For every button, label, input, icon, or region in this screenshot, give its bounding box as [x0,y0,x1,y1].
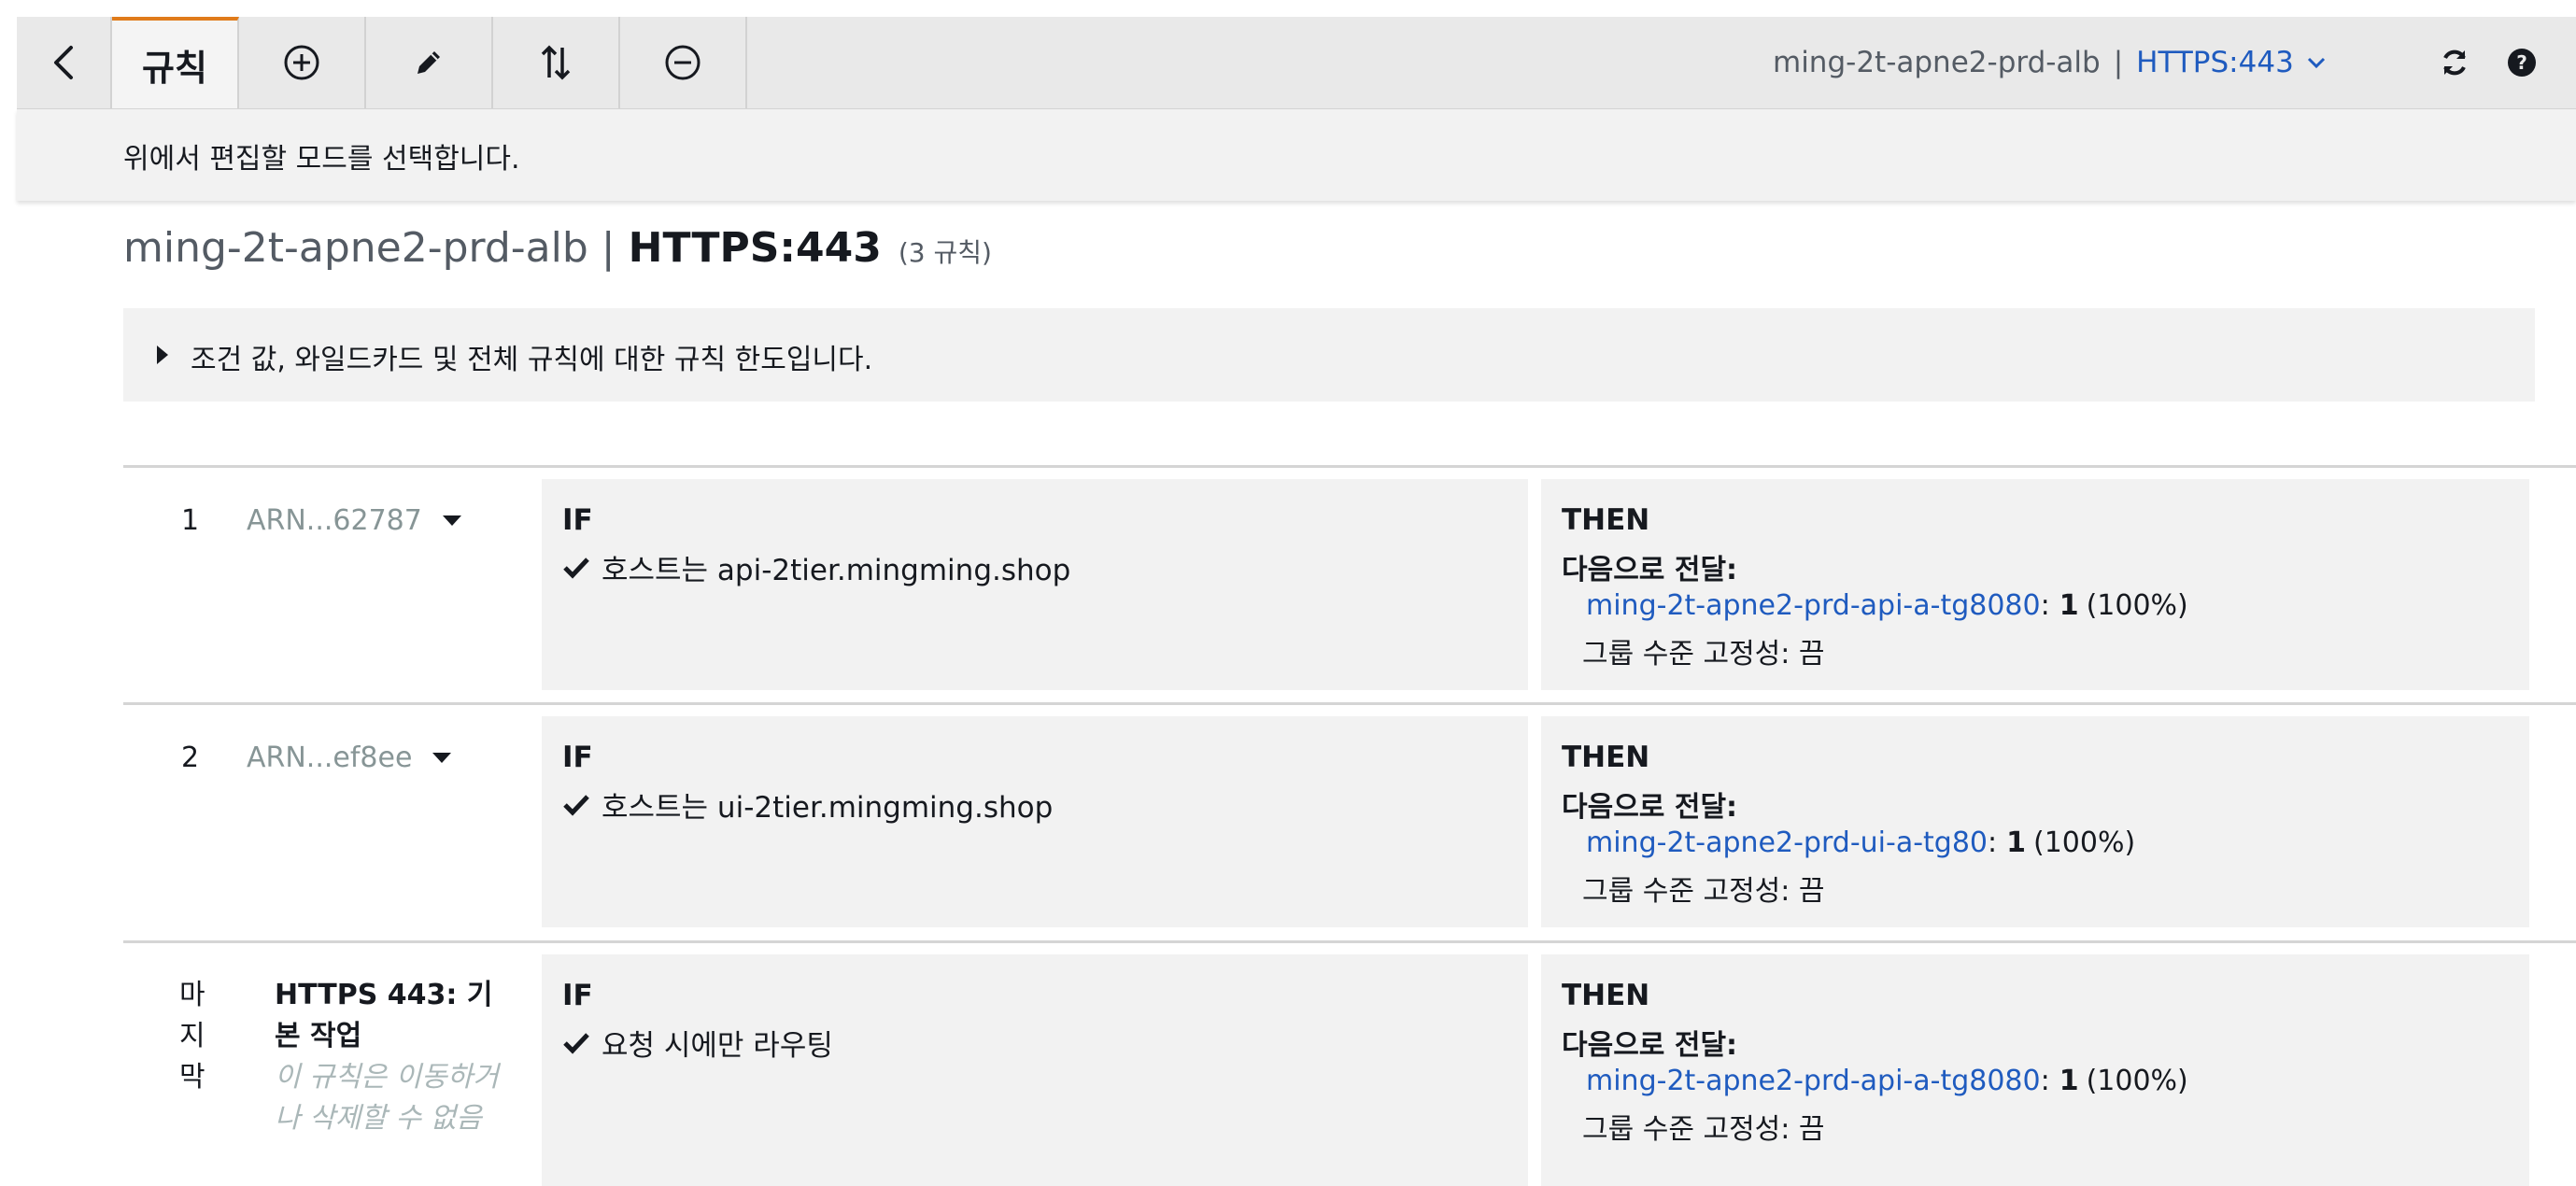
rule-condition-text: 호스트는 api-2tier.mingming.shop [602,554,1071,587]
default-condition-text: 요청 시에만 라우팅 [602,1029,833,1063]
stickiness-text: 그룹 수준 고정성: 끔 [1582,1113,1825,1146]
rule-arn-label: ARN...62787 [247,504,422,537]
row-divider [123,465,2576,468]
tab-rules-label: 규칙 [142,47,207,89]
rule-number: 1 [181,504,200,537]
rule-arn-dropdown[interactable]: ARN...62787 [247,504,461,537]
pencil-icon [418,51,440,74]
toolbar-lb-name: ming-2t-apne2-prd-alb [1773,46,2101,79]
target-weight: 1 [2059,589,2079,622]
back-button[interactable] [17,17,112,108]
target-group-link[interactable]: ming-2t-apne2-prd-api-a-tg8080 [1586,589,2041,622]
chevron-down-icon [2307,57,2325,69]
rule-then-panel: THEN 다음으로 전달: ming-2t-apne2-prd-api-a-tg… [1541,479,2529,690]
then-label: THEN [1562,979,1650,1012]
stickiness-text: 그룹 수준 고정성: 끔 [1582,875,1825,908]
row-divider [123,940,2576,943]
page-title-separator: | [601,224,616,272]
rule-then-panel: THEN 다음으로 전달: ming-2t-apne2-prd-ui-a-tg8… [1541,716,2529,927]
target-percent: (100%) [2033,826,2136,859]
default-then-panel: THEN 다음으로 전달: ming-2t-apne2-prd-api-a-tg… [1541,954,2529,1186]
chevron-left-icon [54,46,73,79]
if-label: IF [562,503,593,537]
target-weight: 1 [2006,826,2026,859]
target-weight: 1 [2059,1065,2079,1097]
tab-rules[interactable]: 규칙 [112,17,239,108]
rule-if-panel: IF 호스트는 api-2tier.mingming.shop [542,479,1528,690]
svg-text:?: ? [2516,51,2527,74]
help-button[interactable]: ? [2494,17,2550,108]
rule-if-panel: IF 호스트는 ui-2tier.mingming.shop [542,716,1528,927]
mode-hint-text: 위에서 편집할 모드를 선택합니다. [123,143,520,176]
target-group-link[interactable]: ming-2t-apne2-prd-ui-a-tg80 [1586,826,1988,859]
plus-circle-icon [284,45,319,80]
target-percent: (100%) [2086,1065,2188,1097]
page-title-listener: HTTPS:443 [628,224,882,272]
top-toolbar: 규칙 ming-2t-apne2-prd-alb | HTTPS:443 ? [17,17,2576,109]
listener-dropdown[interactable]: HTTPS:443 [2136,46,2328,79]
last-rule-label: 마지막 [179,979,205,1094]
rule-limits-label: 조건 값, 와일드카드 및 전체 규칙에 대한 규칙 한도입니다. [191,344,873,376]
target-group-line: ming-2t-apne2-prd-api-a-tg8080 : 1 (100%… [1586,589,2188,622]
rule-condition-text: 호스트는 ui-2tier.mingming.shop [602,791,1054,825]
rule-arn-dropdown[interactable]: ARN...ef8ee [247,741,452,774]
caret-down-icon [442,515,461,526]
default-if-panel: IF 요청 시에만 라우팅 [542,954,1528,1186]
default-action-title: HTTPS 443: 기본 작업 [275,979,493,1052]
checkmark-icon [563,1032,589,1054]
caret-right-icon [157,346,168,364]
help-icon: ? [2508,49,2536,77]
target-percent: (100%) [2086,589,2188,622]
if-label: IF [562,741,593,774]
delete-rule-button[interactable] [620,17,747,108]
page-title: ming-2t-apne2-prd-alb | HTTPS:443 (3 규칙) [123,224,992,272]
sort-icon [541,45,571,80]
target-group-line: ming-2t-apne2-prd-api-a-tg8080 : 1 (100%… [1586,1065,2188,1097]
refresh-icon [2443,49,2466,76]
listener-selector-bar: ming-2t-apne2-prd-alb | HTTPS:443 [1773,17,2328,108]
toolbar-separator: | [2113,46,2124,79]
target-group-link[interactable]: ming-2t-apne2-prd-api-a-tg8080 [1586,1065,2041,1097]
rule-arn-label: ARN...ef8ee [247,741,413,774]
then-label: THEN [1562,741,1650,774]
reorder-rules-button[interactable] [493,17,620,108]
rule-count: (3 규칙) [898,237,992,268]
edit-rule-button[interactable] [366,17,493,108]
if-label: IF [562,979,593,1012]
minus-circle-icon [665,45,701,80]
rule-condition: 호스트는 ui-2tier.mingming.shop [562,784,1053,826]
forward-to-label: 다음으로 전달: [1562,791,1738,824]
checkmark-icon [563,557,589,579]
target-group-line: ming-2t-apne2-prd-ui-a-tg80 : 1 (100%) [1586,826,2136,859]
refresh-button[interactable] [2427,17,2483,108]
forward-to-label: 다음으로 전달: [1562,554,1738,586]
listener-dropdown-label: HTTPS:443 [2136,46,2294,79]
forward-to-label: 다음으로 전달: [1562,1029,1738,1062]
rule-number: 2 [181,741,200,774]
mode-hint-bar: 위에서 편집할 모드를 선택합니다. [17,109,2576,201]
caret-down-icon [432,753,452,763]
page-title-lb-name: ming-2t-apne2-prd-alb [123,224,588,272]
then-label: THEN [1562,503,1650,537]
default-condition: 요청 시에만 라우팅 [562,1022,833,1064]
add-rule-button[interactable] [239,17,366,108]
rule-limits-expander[interactable]: 조건 값, 와일드카드 및 전체 규칙에 대한 규칙 한도입니다. [123,308,2535,402]
checkmark-icon [563,794,589,816]
default-action-note: 이 규칙은 이동하거나 삭제할 수 없음 [275,1061,499,1135]
rule-condition: 호스트는 api-2tier.mingming.shop [562,546,1070,588]
row-divider [123,702,2576,705]
stickiness-text: 그룹 수준 고정성: 끔 [1582,638,1825,671]
